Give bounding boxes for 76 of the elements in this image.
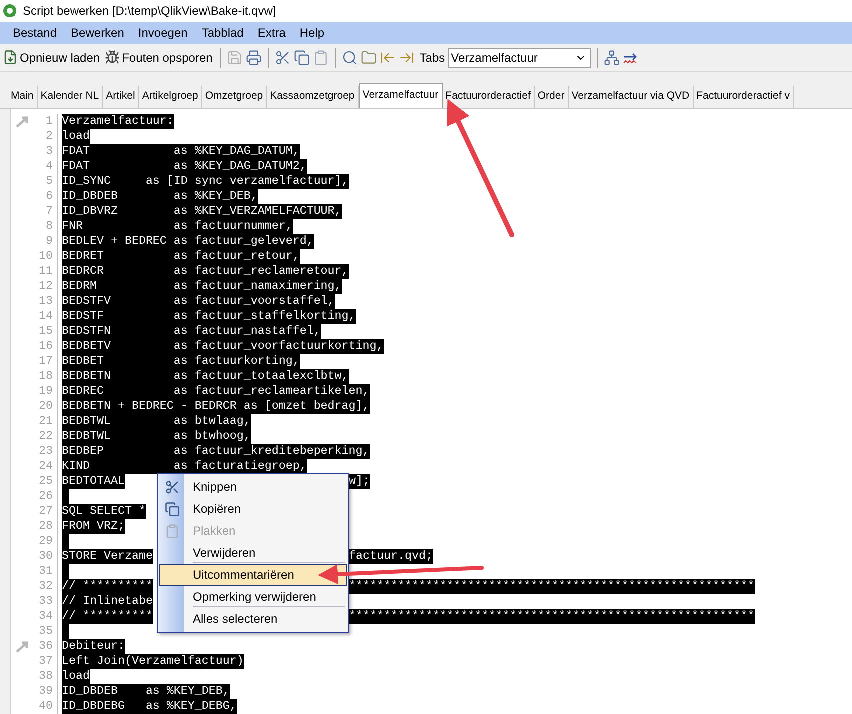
line-number: 32 [39, 579, 53, 594]
line-number: 14 [39, 309, 53, 324]
clipboard-icon[interactable] [312, 50, 329, 66]
line-number: 29 [39, 534, 53, 549]
line-number: 39 [39, 684, 53, 699]
script-editor[interactable] [10, 109, 852, 714]
line-number: 13 [39, 294, 53, 309]
menu-item[interactable]: Knippen [159, 476, 347, 498]
script-tab[interactable]: Verzamelfactuur [358, 83, 443, 108]
search-icon[interactable] [342, 50, 358, 66]
line-number: 30 [39, 549, 53, 564]
line-number: 16 [39, 339, 53, 354]
line-number: 22 [39, 429, 53, 444]
line-number: 23 [39, 444, 53, 459]
line-number: 11 [39, 264, 53, 279]
line-number: 21 [39, 414, 53, 429]
line-number: 12 [39, 279, 53, 294]
copy-icon [164, 502, 180, 516]
menu-item[interactable]: Opmerking verwijderen [159, 586, 347, 608]
folder-icon[interactable] [360, 50, 377, 66]
line-number: 19 [39, 384, 53, 399]
menu-item[interactable]: Bestand [6, 24, 64, 42]
document-arrow-icon [3, 50, 18, 65]
menu-item[interactable]: Uitcommentariëren [159, 564, 347, 586]
line-number: 38 [39, 669, 53, 684]
line-number: 28 [39, 519, 53, 534]
line-number: 6 [46, 189, 53, 204]
line-number: 34 [39, 609, 53, 624]
menu-item[interactable]: Kopiëren [159, 498, 347, 520]
copy-icon[interactable] [294, 50, 310, 66]
menu-item[interactable]: Tabblad [194, 24, 251, 42]
line-number: 35 [39, 624, 53, 639]
line-number: 36 [39, 639, 53, 654]
scissors-icon[interactable] [274, 50, 291, 66]
line-number: 17 [39, 354, 53, 369]
line-number: 40 [39, 699, 53, 714]
menu-item[interactable]: Verwijderen [159, 542, 347, 564]
line-number: 9 [46, 234, 53, 249]
script-tab[interactable]: Verzamelfactuur via QVD [568, 86, 694, 108]
menu-item[interactable]: Alles selecteren [159, 608, 347, 630]
line-number: 3 [46, 144, 53, 159]
wave-arrow-icon[interactable] [623, 50, 640, 64]
menu-item[interactable]: Invoegen [131, 24, 195, 42]
line-number: 31 [39, 564, 53, 579]
line-number: 33 [39, 594, 53, 609]
line-number: 37 [39, 654, 53, 669]
reload-button[interactable]: Opnieuw laden [2, 48, 102, 66]
line-number: 7 [46, 204, 53, 219]
tabs-label: Tabs [420, 50, 446, 66]
script-tab[interactable]: Artikelgroep [139, 86, 202, 108]
app-logo-icon [3, 4, 17, 18]
line-number: 15 [39, 324, 53, 339]
line-number: 25 [39, 474, 53, 489]
print-icon[interactable] [246, 50, 262, 66]
line-number: 18 [39, 369, 53, 384]
line-number: 24 [39, 459, 53, 474]
bug-icon [105, 50, 120, 65]
menu-item[interactable]: Help [292, 24, 332, 42]
line-number: 26 [39, 489, 53, 504]
scissors-icon [164, 480, 180, 494]
window-title: Script bewerken [D:\temp\QlikView\Bake-it.qvw] [23, 3, 276, 20]
line-number: 4 [46, 159, 53, 174]
line-number: 5 [46, 174, 53, 189]
menu-item[interactable]: Extra [250, 24, 293, 42]
line-number: 20 [39, 399, 53, 414]
clipboard-icon [164, 524, 180, 538]
line-number: 2 [46, 129, 53, 144]
menu-item[interactable]: Bewerken [64, 24, 132, 42]
network-icon[interactable] [604, 50, 620, 66]
debug-button[interactable]: Fouten opsporen [104, 48, 214, 66]
line-number: 1 [46, 114, 53, 129]
line-number: 8 [46, 219, 53, 234]
script-tab[interactable]: Artikel [103, 86, 140, 108]
tabs-dropdown[interactable]: Verzamelfactuur [448, 48, 592, 68]
line-number: 27 [39, 504, 53, 519]
line-number: 10 [39, 249, 53, 264]
